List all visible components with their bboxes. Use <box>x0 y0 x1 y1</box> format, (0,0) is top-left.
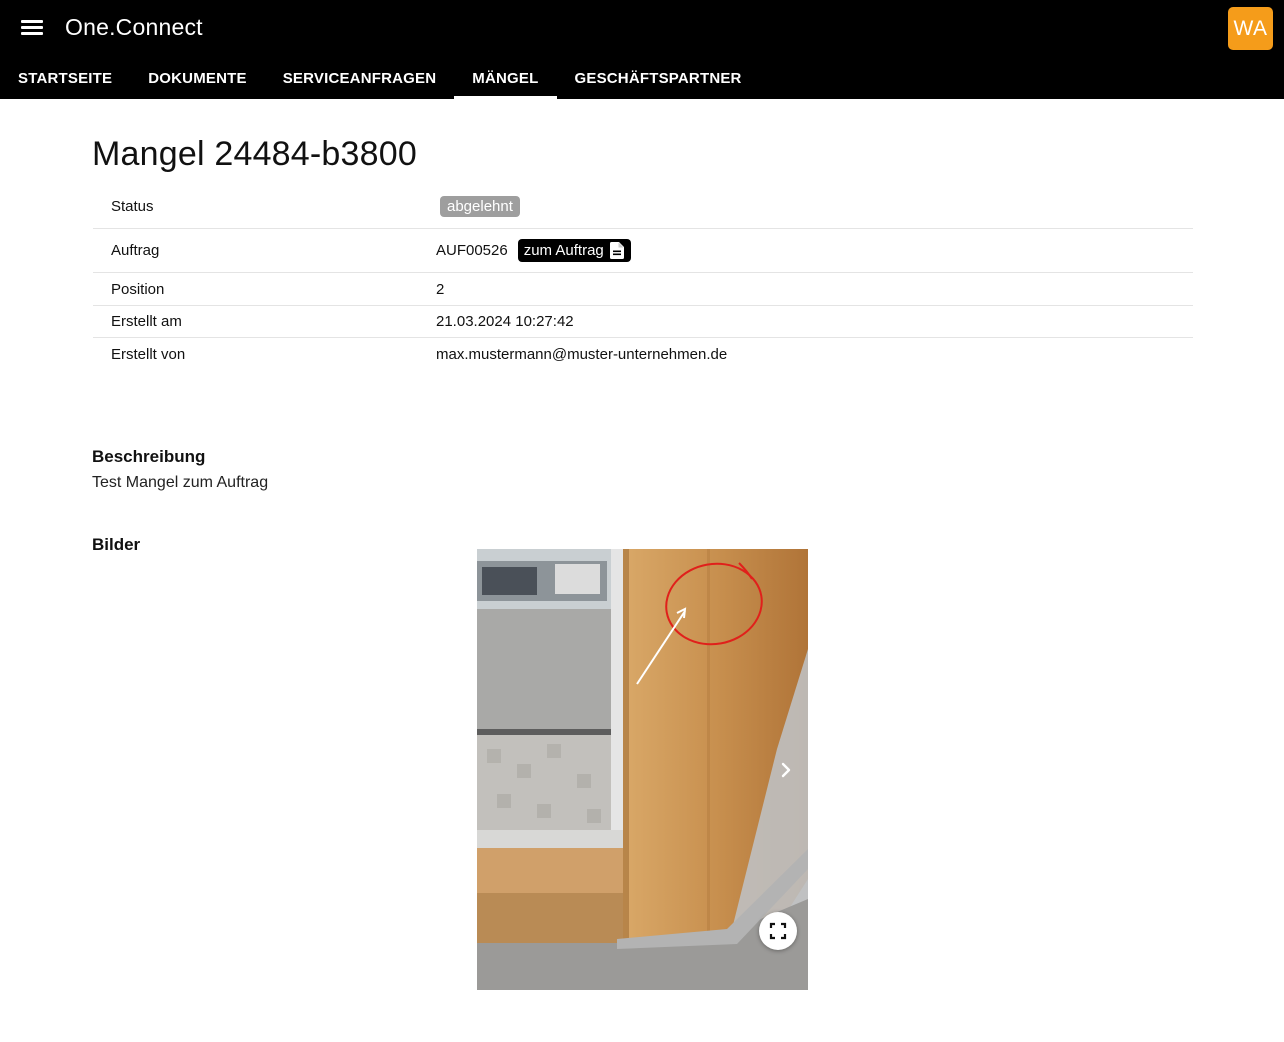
user-avatar[interactable]: WA <box>1228 7 1273 50</box>
tab-startseite[interactable]: STARTSEITE <box>0 58 130 99</box>
tab-serviceanfragen[interactable]: SERVICEANFRAGEN <box>265 58 455 99</box>
document-icon <box>609 242 624 259</box>
tab-dokumente[interactable]: DOKUMENTE <box>130 58 264 99</box>
position-value: 2 <box>436 280 445 298</box>
position-label: Position <box>111 280 165 298</box>
details-table: Status abgelehnt Auftrag AUF00526 zum Au… <box>93 185 1193 370</box>
tab-maengel[interactable]: MÄNGEL <box>454 58 557 99</box>
page-title: Mangel 24484-b3800 <box>92 135 417 173</box>
defect-photo[interactable] <box>477 549 808 990</box>
fullscreen-icon <box>769 922 787 940</box>
app-title[interactable]: One.Connect <box>65 14 203 41</box>
order-number: AUF00526 <box>436 242 508 259</box>
hamburger-menu-icon[interactable] <box>17 17 47 39</box>
created-by-label: Erstellt von <box>111 345 186 363</box>
defect-photo-image <box>477 549 808 990</box>
description-heading: Beschreibung <box>92 447 206 466</box>
tab-geschaeftspartner[interactable]: GESCHÄFTSPARTNER <box>557 58 760 99</box>
status-value: abgelehnt <box>418 196 1193 217</box>
chevron-right-icon <box>781 762 791 778</box>
detail-row-position: Position 2 <box>93 273 1193 306</box>
description-text: Test Mangel zum Auftrag <box>92 474 269 491</box>
fullscreen-button[interactable] <box>759 912 797 950</box>
created-at-label: Erstellt am <box>111 313 182 330</box>
status-label: Status <box>111 198 154 215</box>
detail-row-created-at: Erstellt am 21.03.2024 10:27:42 <box>93 306 1193 338</box>
created-by-value: max.mustermann@muster-unternehmen.de <box>436 345 728 363</box>
order-value-cell: AUF00526 zum Auftrag <box>418 239 1193 262</box>
app-header: One.Connect WA STARTSEITE DOKUMENTE SERV… <box>0 0 1284 99</box>
detail-row-status: Status abgelehnt <box>93 185 1193 229</box>
order-label: Auftrag <box>111 242 160 259</box>
detail-row-created-by: Erstellt von max.mustermann@muster-unter… <box>93 338 1193 370</box>
go-to-order-button[interactable]: zum Auftrag <box>517 239 631 262</box>
images-heading: Bilder <box>92 535 141 554</box>
main-nav: STARTSEITE DOKUMENTE SERVICEANFRAGEN MÄN… <box>0 58 760 99</box>
created-at-value: 21.03.2024 10:27:42 <box>436 313 574 330</box>
go-to-order-label: zum Auftrag <box>523 242 604 259</box>
status-badge: abgelehnt <box>440 196 520 217</box>
next-image-button[interactable] <box>774 756 798 784</box>
detail-row-order: Auftrag AUF00526 zum Auftrag <box>93 229 1193 273</box>
